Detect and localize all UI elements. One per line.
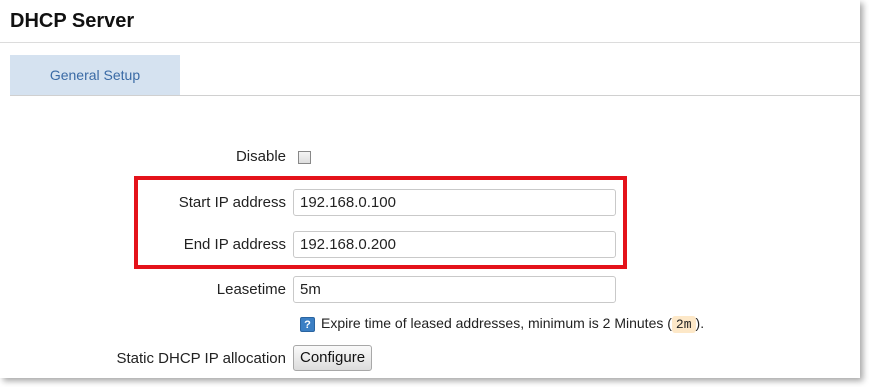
hint-text-before: Expire time of leased addresses, minimum…: [321, 315, 672, 331]
title-divider: [0, 42, 860, 43]
dhcp-server-panel: DHCP Server General Setup Disable Start …: [0, 0, 860, 378]
hint-code: 2m: [671, 316, 696, 333]
help-icon: ?: [300, 317, 315, 332]
leasetime-hint: Expire time of leased addresses, minimum…: [321, 315, 705, 333]
leasetime-label: Leasetime: [216, 281, 286, 298]
disable-label: Disable: [235, 148, 286, 165]
tab-general-setup[interactable]: General Setup: [10, 55, 180, 95]
static-dhcp-label: Static DHCP IP allocation: [116, 350, 286, 367]
highlight-box: [134, 176, 627, 269]
hint-text-after: ).: [695, 315, 705, 331]
configure-button[interactable]: Configure: [293, 345, 373, 371]
section-title: DHCP Server: [10, 10, 135, 32]
disable-checkbox[interactable]: [298, 151, 311, 164]
leasetime-input[interactable]: [293, 276, 616, 303]
tab-bar: General Setup: [10, 55, 860, 96]
